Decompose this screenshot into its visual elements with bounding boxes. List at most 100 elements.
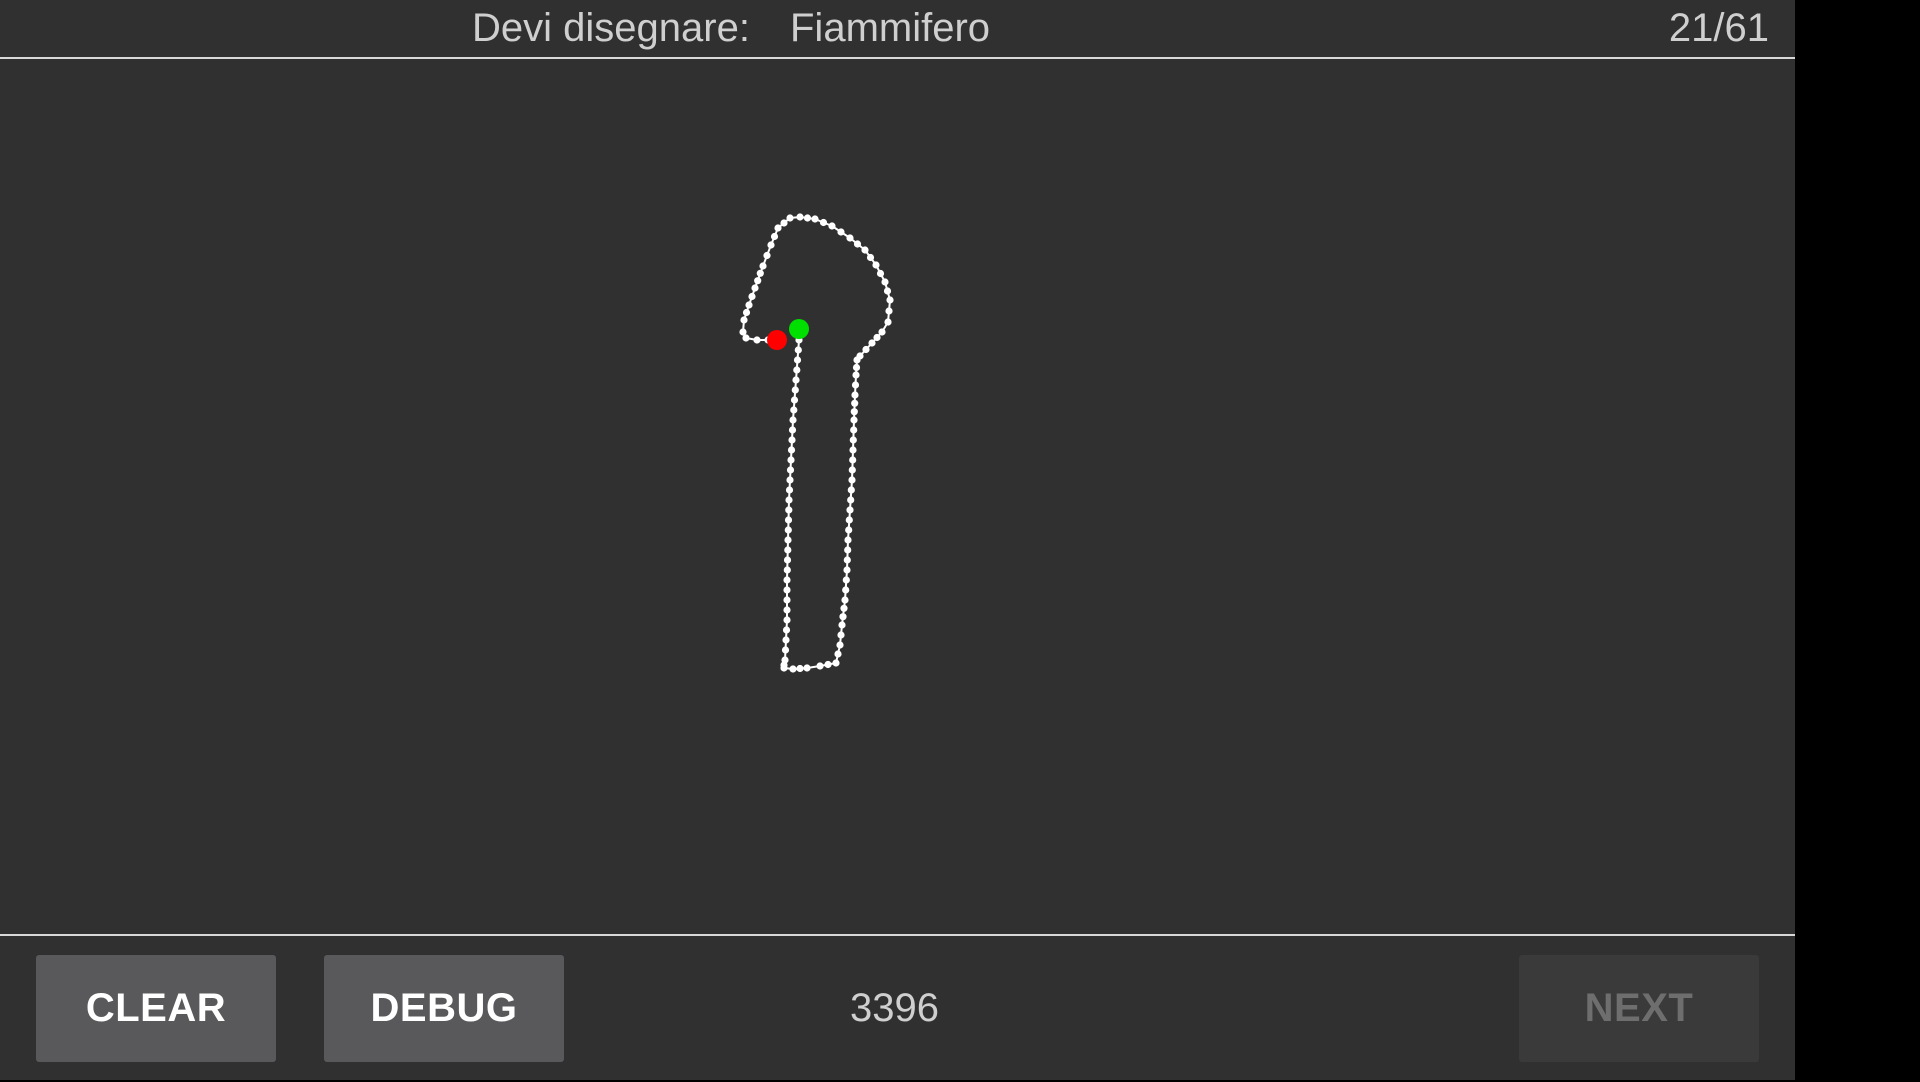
stroke-point [872,261,880,269]
stroke-point [848,476,856,484]
stroke-point [837,631,845,639]
drawing-stroke [739,213,894,673]
stroke-point [803,214,812,222]
stroke-point [756,269,764,277]
stroke-point [836,641,844,649]
stroke-point [876,269,885,278]
stroke-point [850,426,858,434]
target-word: Fiammifero [790,6,991,50]
drawing-svg [739,213,894,673]
stroke-point [745,301,753,309]
stroke-end-dot [767,330,787,350]
stroke-point [796,664,804,673]
stroke-point [793,366,801,374]
stroke-point [850,408,858,416]
stroke-point [862,345,870,354]
stroke-point [782,636,790,644]
stroke-point [886,296,894,304]
stroke-point [840,604,848,612]
stroke-point [849,436,857,444]
side-black-bar [1795,0,1920,1080]
stroke-point [785,486,794,494]
stroke-point [839,613,847,621]
stroke-point [788,426,797,434]
stroke-point [834,650,842,658]
stroke-point [832,659,840,667]
stroke-point [849,446,857,454]
stroke-point [847,486,855,494]
stroke-point [885,307,893,315]
stroke-point [783,606,791,614]
stroke-point [782,626,791,634]
stroke-point [841,596,849,604]
stroke-point [785,496,793,504]
stroke-point [842,576,850,584]
stroke-point [774,224,782,232]
stroke-point [783,616,791,624]
progress-counter: 21/61 [1668,6,1769,50]
stroke-point [792,376,800,384]
stroke-point [845,516,853,524]
header-bar: Devi disegnare: Fiammifero 21/61 [0,0,1795,59]
stroke-point [780,219,788,227]
stroke-point [850,416,858,424]
stroke-point [794,346,802,354]
stroke-point [844,546,852,554]
stroke-point [784,516,793,524]
stroke-point [789,416,797,424]
app-screen: Devi disegnare: Fiammifero 21/61 CLEAR D… [0,0,1795,1080]
stroke-point [767,241,775,249]
stroke-point [796,213,804,221]
stroke-point [866,253,875,262]
stroke-point [811,215,819,223]
stroke-point [783,556,792,564]
stroke-point [784,546,792,554]
stroke-point [852,363,861,372]
stroke-point [789,665,797,673]
stroke-point [784,526,792,534]
stroke-point [856,352,864,360]
stroke-point [861,246,869,254]
stroke-point [786,214,794,222]
stroke-point [780,664,788,672]
stroke-point [843,556,851,564]
stroke-point [878,328,886,336]
stroke-point [763,251,771,260]
stroke-point [759,262,767,270]
stroke-point [851,399,859,407]
stroke-point [781,646,790,654]
stroke-point [788,436,796,444]
stroke-point [740,316,748,324]
prompt-label: Devi disegnare: [472,6,750,50]
stroke-point [783,596,791,604]
stroke-point [783,566,791,574]
stroke-point [783,586,791,594]
stroke-point [868,339,876,347]
debug-button[interactable]: DEBUG [324,955,564,1062]
stroke-point [784,536,792,544]
stroke-point [742,334,750,342]
stroke-point [787,446,796,454]
stroke-point [790,406,798,414]
clear-button[interactable]: CLEAR [36,955,276,1062]
drawing-canvas[interactable] [0,59,1795,935]
stroke-point [848,466,856,474]
stroke-point [770,232,779,241]
stroke-point [842,586,850,594]
stroke-point [847,496,855,504]
stroke-point [851,381,860,389]
stroke-point [846,234,854,242]
stroke-point [783,576,791,584]
footer-bar: CLEAR DEBUG 3396 NEXT [0,934,1795,1082]
stroke-point [846,506,854,514]
stroke-point [786,476,794,484]
stroke-point [828,222,836,230]
stroke-point [791,386,799,394]
stroke-line [742,216,891,670]
stroke-point [754,277,762,285]
stroke-point [852,371,860,379]
stroke-point [786,466,795,474]
stroke-point [873,333,881,342]
stroke-point [751,284,759,292]
next-button: NEXT [1519,955,1759,1062]
